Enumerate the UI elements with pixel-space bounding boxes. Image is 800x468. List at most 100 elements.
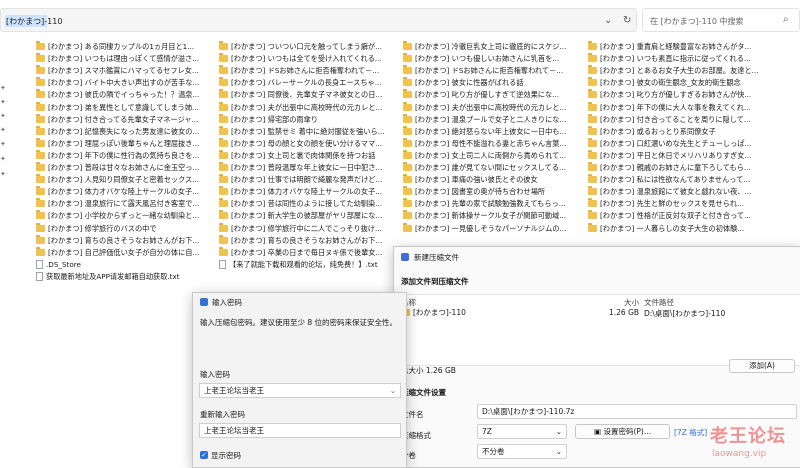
folder-item[interactable]: [わかまつ] 人見知り同僚女子と密着セックス... bbox=[36, 174, 206, 185]
folder-item[interactable]: [わかまつ] 重責肩と経験豊富なお姉さんがタ... bbox=[588, 41, 798, 52]
add-button[interactable]: 添加(A) bbox=[729, 359, 795, 373]
folder-item[interactable]: [わかまつ] バレーサークルの長身エースちゃ... bbox=[219, 77, 389, 88]
folder-icon bbox=[219, 65, 228, 75]
folder-item[interactable]: [わかまつ] ドSお姉さんに拒否権奪われて－... bbox=[403, 65, 573, 76]
item-label: [わかまつ] バレーサークルの長身エースちゃ... bbox=[231, 78, 382, 88]
search-box[interactable]: 在 [わかまつ]-110 中搜索 ⌕ bbox=[642, 8, 800, 32]
folder-item[interactable]: [わかまつ] 私には性欲なんてありませんって... bbox=[588, 174, 798, 185]
folder-item[interactable]: [わかまつ] 先生と鮮のセックスを見せられ... bbox=[588, 198, 798, 209]
folder-item[interactable]: [わかまつ] 彼女の衛生観念_女友的衛生観念 bbox=[588, 77, 798, 88]
folder-item[interactable]: [わかまつ] 体力オバケな陸上サークルの女子... bbox=[36, 186, 206, 197]
show-password-label: 显示密码 bbox=[211, 451, 241, 460]
folder-item[interactable]: [わかまつ] 監禁せミ 着中に絶対服従を強いら... bbox=[219, 125, 389, 137]
folder-item[interactable]: [わかまつ] 小学校からずっと一緒な幼馴染と... bbox=[36, 210, 206, 221]
folder-item[interactable]: [わかまつ] 夫が出張中に高校時代の元カレと... bbox=[403, 101, 573, 113]
split-select[interactable]: 不分卷 ⌄ bbox=[477, 444, 567, 459]
folder-item[interactable]: [わかまつ] 誰が見てない間にセックスしてる... bbox=[403, 162, 573, 173]
folder-item[interactable]: [わかまつ] バイト中大きい声出すのが苦手な... bbox=[36, 77, 206, 88]
folder-item[interactable]: [わかまつ] 新体操サークル女子が関節可動域... bbox=[403, 210, 573, 221]
folder-item[interactable]: [わかまつ] 夫が出張中に高校時代の元カレと... bbox=[219, 101, 389, 113]
folder-item[interactable]: [わかまつ] 修学旅行中に二人でこっそり抜け... bbox=[219, 222, 389, 234]
folder-item[interactable]: [わかまつ] いつもは全てを受け入れてくれる... bbox=[219, 53, 389, 64]
folder-item[interactable]: [わかまつ] ついつい口元を触ってしまう癖が... bbox=[219, 41, 389, 52]
folder-item[interactable]: [わかまつ] 帰宅部の雨傘り bbox=[219, 113, 389, 125]
folder-item[interactable]: [わかまつ] スマホ鑑賞にハマってるセフレ女... bbox=[36, 65, 206, 76]
folder-item[interactable]: [わかまつ] いつも優しいお姉さんに乳首を... bbox=[403, 53, 573, 64]
chevron-down-icon[interactable]: ⌄ bbox=[390, 384, 396, 397]
folder-item[interactable]: [わかまつ] 女上司二人に両側から責められて... bbox=[403, 149, 573, 161]
folder-item[interactable]: [わかまつ] 平日と休日でメリハリありすぎ女... bbox=[588, 149, 798, 161]
folder-item[interactable]: [わかまつ] 叱り方が優しすぎて逆効果にな... bbox=[403, 89, 573, 100]
file-item[interactable]: 【来了就能下载和观看的论坛，纯免费！】.txt bbox=[219, 259, 389, 270]
filename-field[interactable]: D:\桌面\[わかまつ]-110.7z bbox=[477, 404, 797, 419]
folder-item[interactable]: [わかまつ] 仕事では明朗で綺麗な発声だけど... bbox=[219, 174, 389, 185]
folder-item[interactable]: [わかまつ] 記憶喪失になった男友達に彼女の... bbox=[36, 125, 206, 137]
reenter-password-input[interactable]: 上老王论坛当老王 bbox=[199, 423, 401, 438]
address-bar[interactable]: [わかまつ]-110 ⌄ ↻ bbox=[0, 8, 637, 32]
folder-item[interactable]: [わかまつ] いつもは理由っぽくて感情が溢さ... bbox=[36, 53, 206, 64]
folder-item[interactable]: [わかまつ] 体力オバケな陸上サークルの女子... bbox=[219, 186, 389, 197]
folder-item[interactable]: [わかまつ] 昔は同性のように接してた幼馴染... bbox=[219, 198, 389, 209]
folder-item[interactable]: [わかまつ] 育ちの良さそうなお姉さんがお下... bbox=[219, 234, 389, 246]
format-select[interactable]: 7Z ⌄ bbox=[477, 424, 567, 439]
file-list[interactable]: 名称 大小 文件路径 [わかまつ]-110 1.26 GB D:\桌面\[わかま… bbox=[394, 294, 800, 366]
folder-item[interactable]: [わかまつ] 口紅濃いめな先生とチューしっぱ... bbox=[588, 137, 798, 149]
folder-item[interactable]: [わかまつ] 母性不能溢れる妻と赤ちゃん言葉... bbox=[403, 137, 573, 149]
file-item[interactable]: .DS_Store bbox=[36, 259, 206, 270]
folder-icon bbox=[403, 210, 412, 220]
set-password-button[interactable]: ▣ 设置密码(P)... bbox=[575, 424, 670, 439]
folder-item[interactable]: [わかまつ] 女上司と裏で肉体関係を持つお話 bbox=[219, 149, 389, 161]
folder-item[interactable]: [わかまつ] とあるお女子大生のお部屋。友達と... bbox=[588, 65, 798, 76]
folder-item[interactable]: [わかまつ] 自己評価低い女子が自分の体に自... bbox=[36, 246, 206, 258]
folder-item[interactable]: [わかまつ] 理屈っぽい後輩ちゃんと理屈抜き... bbox=[36, 137, 206, 149]
folder-item[interactable]: [わかまつ] 或るおっとり系同僚女子 bbox=[588, 125, 798, 137]
folder-item[interactable]: [わかまつ] 年下の僕に大人な事を教えてくれ... bbox=[588, 101, 798, 113]
folder-item[interactable]: [わかまつ] 温泉旅行にて露天風呂付き客室で... bbox=[36, 198, 206, 209]
folder-item[interactable]: [わかまつ] 冷徹巨乳女上司に徹底的にスケジ... bbox=[403, 41, 573, 52]
folder-item[interactable]: [わかまつ] 普段は甘々なお姉さんに金玉空っ... bbox=[36, 162, 206, 173]
folder-item[interactable]: [わかまつ] 卒業の日まで毎日ヌキ係で後輩女... bbox=[219, 246, 389, 258]
refresh-icon[interactable]: ↻ bbox=[623, 15, 631, 26]
show-password-checkbox[interactable]: ✓ bbox=[200, 451, 208, 459]
folder-icon bbox=[588, 174, 597, 184]
folder-item[interactable]: [わかまつ] 弟を異性として意識してしまう姉... bbox=[36, 101, 206, 113]
file-item[interactable]: 获取最新地址及APP请发邮箱自动获取.txt bbox=[36, 271, 206, 282]
folder-item[interactable]: [わかまつ] 車痛の強い彼氏とその彼女 bbox=[403, 174, 573, 185]
folder-item[interactable]: [わかまつ] 温泉プールで女子と二人きりにな... bbox=[403, 113, 573, 125]
folder-item[interactable]: [わかまつ] 付き合ってることを周りに隠して... bbox=[588, 113, 798, 125]
folder-item[interactable]: [わかまつ] ドSお姉さんに拒否権奪われて－... bbox=[219, 65, 389, 76]
folder-item[interactable]: [わかまつ] ある同棲カップルの1ヵ月目と1... bbox=[36, 41, 206, 52]
folder-item[interactable]: [わかまつ] 育ちの良さそうなお姉さんがお下... bbox=[36, 234, 206, 246]
folder-item[interactable]: [わかまつ] 性格が正反対な双子と付き合って... bbox=[588, 210, 798, 221]
table-row[interactable]: [わかまつ]-110 1.26 GB D:\桌面\[わかまつ]-110 bbox=[394, 306, 800, 319]
row-path: D:\桌面\[わかまつ]-110 bbox=[644, 309, 726, 318]
folder-item[interactable]: [わかまつ] 母の顔と女の顔を使い分けるママ... bbox=[219, 137, 389, 149]
password-input[interactable]: 上老王论坛当老王 ⌄ bbox=[199, 383, 401, 398]
chevron-down-icon[interactable]: ⌄ bbox=[604, 15, 612, 26]
folder-icon bbox=[219, 198, 228, 208]
folder-item[interactable]: [わかまつ] 同僚後、先輩女子マネ彼女との日... bbox=[219, 89, 389, 100]
folder-item[interactable]: [わかまつ] 彼氏の隣でイっちゃった！？温泉... bbox=[36, 89, 206, 100]
pin-icon: ✦ bbox=[0, 155, 6, 163]
folder-item[interactable]: [わかまつ] 一人暮らしの女子大生の初体験... bbox=[588, 222, 798, 234]
folder-icon bbox=[36, 77, 45, 87]
folder-item[interactable]: [わかまつ] いつも素直に指示に従ってくれる... bbox=[588, 53, 798, 64]
folder-item[interactable]: [わかまつ] 叱り方が優しすぎるお姉さんが快... bbox=[588, 89, 798, 100]
folder-item[interactable]: [わかまつ] 絶対怒らない年上彼女に一日中も... bbox=[403, 125, 573, 137]
folder-item[interactable]: [わかまつ] 先輩の家で試験勉強教えてもらっ... bbox=[403, 198, 573, 209]
folder-item[interactable]: [わかまつ] 一見優しそうなパーソナルジムの... bbox=[403, 222, 573, 234]
search-input[interactable]: 在 [わかまつ]-110 中搜索 bbox=[650, 16, 743, 27]
item-label: [わかまつ] 理屈っぽい後輩ちゃんと理屈抜き... bbox=[48, 138, 200, 148]
folder-item[interactable]: [わかまつ] 親戚のお姉さんに童下ろしてもら... bbox=[588, 162, 798, 173]
folder-item[interactable]: [わかまつ] 図書室の奥が待ち合わせ場所 bbox=[403, 186, 573, 197]
folder-item[interactable]: [わかまつ] 彼女に性器がばれる話 bbox=[403, 77, 573, 88]
folder-icon bbox=[403, 222, 412, 232]
folder-item[interactable]: [わかまつ] 修学旅行のバスの中で bbox=[36, 222, 206, 234]
folder-icon bbox=[403, 186, 412, 196]
folder-item[interactable]: [わかまつ] 付き合ってる先輩女子マネージャ... bbox=[36, 113, 206, 125]
item-label: [わかまつ] 温泉プールで女子と二人きりにな... bbox=[415, 114, 567, 124]
folder-item[interactable]: [わかまつ] 普段温厚な年上彼女に一日中犯さ... bbox=[219, 162, 389, 173]
folder-item[interactable]: [わかまつ] 温泉旅館にて彼女と戯れない夜、... bbox=[588, 186, 798, 197]
folder-item[interactable]: [わかまつ] 年下の僕に性行為の気持ち良さを... bbox=[36, 149, 206, 161]
folder-item[interactable]: [わかまつ] 新大学生の彼部屋がヤリ部屋にな... bbox=[219, 210, 389, 221]
